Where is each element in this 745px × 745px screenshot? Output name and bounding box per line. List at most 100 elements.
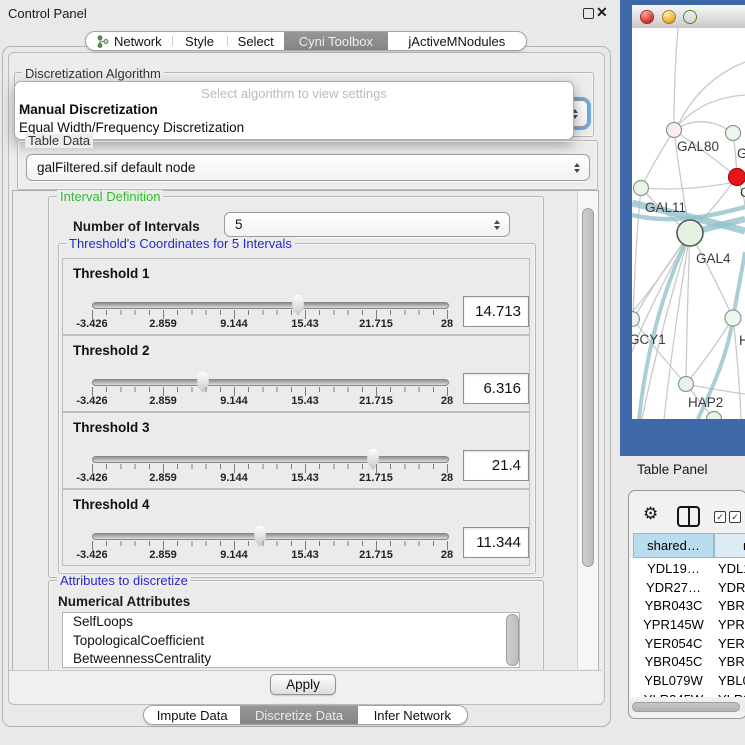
table-cell[interactable]: YLR345W [633,690,714,697]
node-gal11[interactable] [634,181,649,196]
node-gcy1[interactable] [632,312,640,327]
tick-label: 28 [441,318,453,330]
tab-jactivemnodules[interactable]: jActiveMNodules [388,32,526,50]
tick-label: 15.43 [291,472,319,484]
network-canvas[interactable]: GAL80 G GAL11 GAL4 GCY1 H HAP2 C [632,28,745,419]
tick-label: 15.43 [291,395,319,407]
threshold-4-value-field[interactable]: 11.344 [463,527,529,558]
node-hap2[interactable] [679,377,694,392]
table-cell[interactable]: YDR27… [633,578,714,597]
tick-label: 2.859 [149,472,177,484]
threshold-2-slider[interactable] [92,379,449,386]
tick-label: 9.144 [220,318,248,330]
tab-discretize-data-label: Discretize Data [255,708,343,723]
threshold-3-slider[interactable] [92,456,449,463]
list-item[interactable]: BetweennessCentrality [63,650,519,668]
tick-label: 2.859 [149,318,177,330]
network-graph: GAL80 G GAL11 GAL4 GCY1 H HAP2 C [632,28,745,419]
table-cell[interactable]: YPR1 [714,615,745,634]
threshold-3-label: Threshold 3 [73,420,150,435]
table-cell[interactable]: YDL19… [633,559,714,578]
table-cell[interactable]: YPR145W [633,615,714,634]
node-gal80[interactable] [667,123,682,138]
numerical-attributes-list: SelfLoops TopologicalCoefficient Between… [62,612,520,668]
tab-network-label: Network [114,34,162,49]
table-cell[interactable]: YLR3 [714,690,745,697]
column-header-shared[interactable]: shared… [633,533,714,558]
table-cell[interactable]: YDR2 [714,578,745,597]
table-cell[interactable]: YBL079W [633,671,714,690]
tab-infer-network[interactable]: Infer Network [358,706,467,724]
algorithm-option-equal-width[interactable]: Equal Width/Frequency Discretization [15,119,573,137]
horizontal-scrollbar[interactable] [630,700,745,712]
apply-button[interactable]: Apply [270,674,336,695]
tick-label: 21.715 [359,318,393,330]
tab-infer-network-label: Infer Network [374,708,451,723]
threshold-1-slider[interactable] [92,302,449,309]
threshold-2-value-field[interactable]: 6.316 [463,373,529,404]
list-scrollbar-thumb[interactable] [506,614,519,666]
node-label-gal11: GAL11 [645,200,686,215]
number-of-intervals-label: Number of Intervals [73,219,200,234]
network-icon [96,35,109,48]
tick-label: 28 [441,472,453,484]
horizontal-scrollbar-thumb[interactable] [632,702,740,712]
tab-impute-data[interactable]: Impute Data [144,706,240,724]
tab-cyni-toolbox[interactable]: Cyni Toolbox [284,32,388,50]
table-cell[interactable]: YBR0 [714,596,745,615]
threshold-1-label: Threshold 1 [73,266,150,281]
tick-label: 9.144 [220,472,248,484]
table-cell[interactable]: YBR045C [633,653,714,672]
split-columns-icon[interactable] [677,506,700,527]
table-cell[interactable]: YBL0 [714,671,745,690]
threshold-3-value-field[interactable]: 21.4 [463,450,529,481]
table-cell[interactable]: YER054C [633,634,714,653]
interval-definition-group-title: Interval Definition [57,190,163,204]
tick-label: 21.715 [359,472,393,484]
tab-style[interactable]: Style [172,32,228,50]
slider-ticks [92,541,448,551]
tick-label: 28 [441,395,453,407]
node-label-gal4: GAL4 [696,251,731,266]
list-item[interactable]: SelfLoops [63,613,519,632]
threshold-1-value-field[interactable]: 14.713 [463,296,529,327]
bottom-tabs: Impute Data Discretize Data Infer Networ… [143,705,468,725]
node-selected-red[interactable] [729,169,745,186]
tab-network[interactable]: Network [86,32,172,50]
threshold-2-panel: Threshold 2 -3.426 2.859 9.144 15.43 21.… [62,335,530,412]
node-h[interactable] [725,310,741,326]
slider-ticks [92,464,448,474]
node-g[interactable] [726,126,741,141]
combo-arrows-icon [494,220,500,230]
node-gal4[interactable] [677,220,703,246]
table-cell[interactable]: YBR0 [714,653,745,672]
tab-style-label: Style [185,34,214,49]
tab-discretize-data[interactable]: Discretize Data [240,706,357,724]
float-window-icon[interactable] [583,8,594,19]
column-header-name[interactable]: n [714,533,745,558]
tick-label: -3.426 [76,549,107,561]
vertical-scrollbar-thumb[interactable] [582,208,594,567]
close-icon[interactable]: ✕ [596,4,608,21]
algorithm-dropdown-popup: Select algorithm to view settings Manual… [14,81,574,140]
threshold-4-label: Threshold 4 [73,497,150,512]
table-cell[interactable]: YDL1 [714,559,745,578]
list-item[interactable]: TopologicalCoefficient [63,632,519,651]
table-cell[interactable]: YER0 [714,634,745,653]
tab-select[interactable]: Select [227,32,284,50]
threshold-1-panel: Threshold 1 -3.426 2.859 9.144 15.43 21.… [62,258,530,335]
tick-label: 2.859 [149,549,177,561]
gear-icon[interactable]: ⚙ [643,505,658,522]
combo-arrows-icon [574,163,580,173]
vertical-scrollbar[interactable] [577,191,598,669]
table-data-combobox[interactable]: galFiltered.sif default node [26,154,590,181]
number-of-intervals-combobox[interactable]: 5 [224,212,510,237]
algorithm-option-manual[interactable]: Manual Discretization [15,101,573,119]
table-cell[interactable]: YBR043C [633,596,714,615]
table-data-selected: galFiltered.sif default node [37,160,195,175]
threshold-4-slider[interactable] [92,533,449,540]
checkbox-icon[interactable]: ✓ [729,511,741,523]
checkbox-icon[interactable]: ✓ [714,511,726,523]
threshold-4-panel: Threshold 4 -3.426 2.859 9.144 15.43 21.… [62,489,530,566]
node-label-hap2: HAP2 [688,395,723,410]
